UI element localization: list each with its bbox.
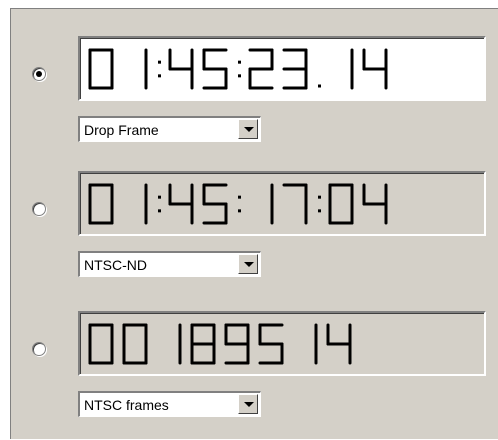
format-select-drop-frame[interactable]: Drop Frame	[78, 116, 261, 142]
digit-5	[202, 183, 228, 225]
digit-4	[168, 48, 194, 90]
radio-selected-dot	[36, 71, 42, 77]
digit-0	[122, 323, 148, 365]
timecode-option-ntsc-nd: NTSC-ND	[11, 165, 498, 305]
timecode-display-drop-frame	[78, 36, 486, 101]
seven-segment-readout	[88, 183, 388, 225]
digit-0	[88, 183, 114, 225]
chevron-down-icon	[244, 262, 254, 267]
digit-0	[328, 183, 354, 225]
timecode-display-ntsc-nd	[78, 171, 486, 236]
digit-0	[88, 323, 114, 365]
timecode-option-drop-frame: Drop Frame	[11, 25, 498, 165]
colon-separator	[158, 195, 161, 213]
digit-9	[224, 323, 250, 365]
dot-separator	[318, 84, 321, 88]
format-select-value: NTSC-ND	[84, 257, 147, 273]
digit-8	[190, 323, 216, 365]
digit-5	[258, 323, 284, 365]
radio-ntsc-frames[interactable]	[32, 342, 46, 356]
timecode-format-panel: Drop Frame NTSC-ND NTSC frames	[10, 8, 498, 439]
digit-5	[202, 48, 228, 90]
dropdown-button[interactable]	[238, 254, 258, 274]
seven-segment-readout	[88, 48, 388, 90]
digit-2	[248, 48, 274, 90]
timecode-display-ntsc-frames	[78, 311, 486, 376]
digit-0	[88, 48, 114, 90]
digit-7	[282, 183, 308, 225]
digit-4	[326, 323, 352, 365]
dropdown-button[interactable]	[238, 394, 258, 414]
colon-separator	[238, 60, 241, 78]
dropdown-button[interactable]	[238, 119, 258, 139]
format-select-value: Drop Frame	[84, 122, 159, 138]
digit-3	[282, 48, 308, 90]
chevron-down-icon	[244, 127, 254, 132]
colon-separator	[238, 195, 241, 213]
radio-drop-frame[interactable]	[32, 67, 46, 81]
colon-separator	[158, 60, 161, 78]
format-select-ntsc-nd[interactable]: NTSC-ND	[78, 251, 261, 277]
format-select-value: NTSC frames	[84, 397, 169, 413]
digit-4	[362, 48, 388, 90]
format-select-ntsc-frames[interactable]: NTSC frames	[78, 391, 261, 417]
digit-4	[362, 183, 388, 225]
chevron-down-icon	[244, 402, 254, 407]
digit-4	[168, 183, 194, 225]
colon-separator	[318, 195, 321, 213]
timecode-option-ntsc-frames: NTSC frames	[11, 305, 498, 440]
seven-segment-readout	[88, 323, 352, 365]
radio-ntsc-nd[interactable]	[32, 202, 46, 216]
